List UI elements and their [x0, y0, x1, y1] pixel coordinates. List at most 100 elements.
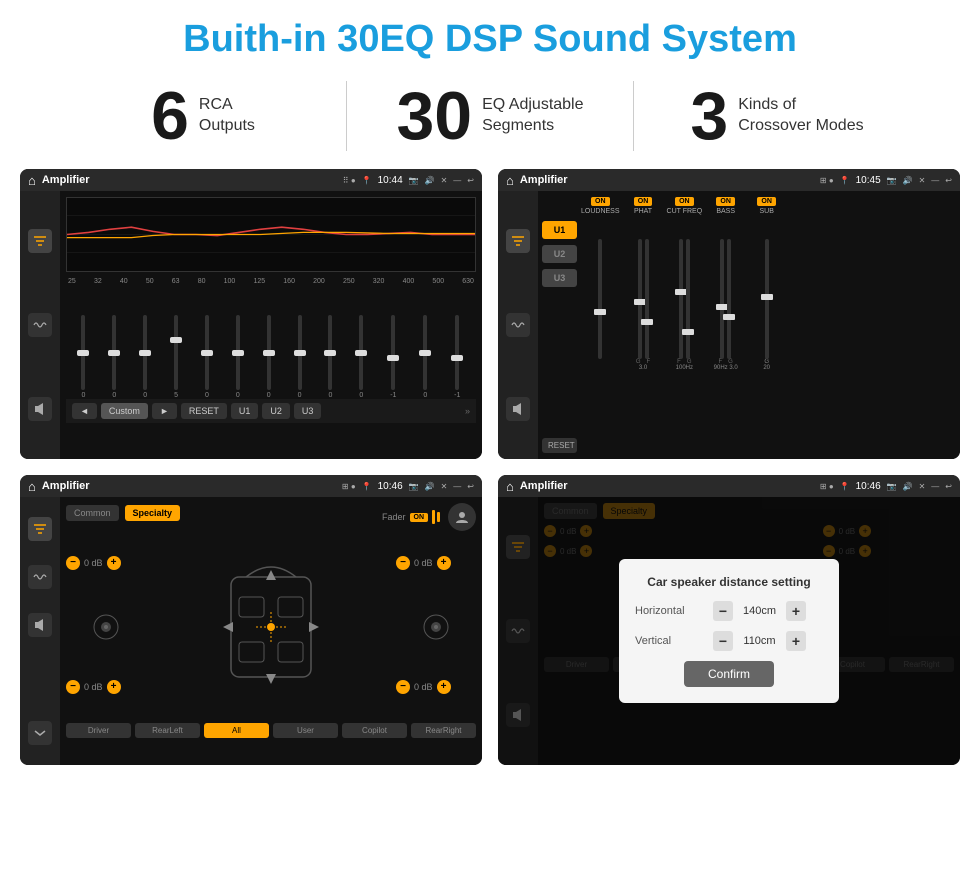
dialog-vertical-plus[interactable]: + — [786, 631, 806, 651]
slider-track-8[interactable] — [298, 315, 302, 390]
loudness-slider[interactable] — [598, 239, 602, 359]
all-btn[interactable]: All — [204, 723, 269, 738]
dialog-horizontal-plus[interactable]: + — [786, 601, 806, 621]
phat-on-btn[interactable]: ON — [634, 197, 653, 206]
slider-track-3[interactable] — [143, 315, 147, 390]
db-plus-tl[interactable]: + — [107, 556, 121, 570]
bass-slider-f[interactable] — [720, 239, 724, 359]
amp-u1-preset[interactable]: U1 — [542, 221, 577, 239]
slider-track-2[interactable] — [112, 315, 116, 390]
dialog-camera-icon: 📷 — [887, 482, 897, 491]
fader-expand-icon[interactable] — [28, 721, 52, 745]
amp-min-icon[interactable]: — — [931, 176, 939, 185]
slider-track-4[interactable] — [174, 315, 178, 390]
db-plus-br[interactable]: + — [437, 680, 451, 694]
eq-prev-button[interactable]: ◄ — [72, 403, 97, 419]
amp-filter-icon[interactable] — [506, 229, 530, 253]
stat-rca-label: RCAOutputs — [199, 95, 255, 137]
stat-rca: 6 RCAOutputs — [60, 82, 346, 150]
fader-wave-icon[interactable] — [28, 565, 52, 589]
dialog-min-icon[interactable]: — — [931, 482, 939, 491]
fader-home-icon[interactable]: ⌂ — [28, 479, 36, 494]
slider-col-2: 0 — [112, 315, 116, 399]
fader-close-icon[interactable]: ✕ — [441, 482, 448, 491]
dialog-horizontal-row: Horizontal − 140cm + — [635, 601, 823, 621]
db-row-bot-right: − 0 dB + — [396, 680, 476, 694]
slider-track-1[interactable] — [81, 315, 85, 390]
cutfreq-on-btn[interactable]: ON — [675, 197, 694, 206]
minimize-icon[interactable]: — — [453, 176, 461, 185]
slider-track-13[interactable] — [455, 315, 459, 390]
dialog-horizontal-minus[interactable]: − — [713, 601, 733, 621]
db-row-bot-left: − 0 dB + — [66, 680, 146, 694]
dialog-back-icon[interactable]: ↩ — [945, 482, 952, 491]
bass-on-btn[interactable]: ON — [716, 197, 735, 206]
amp-u2-preset[interactable]: U2 — [542, 245, 577, 263]
slider-track-12[interactable] — [423, 315, 427, 390]
amp-wave-icon[interactable] — [506, 313, 530, 337]
slider-track-11[interactable] — [391, 315, 395, 390]
fader-speaker-icon[interactable] — [28, 613, 52, 637]
slider-track-10[interactable] — [359, 315, 363, 390]
slider-track-6[interactable] — [236, 315, 240, 390]
amp-close-icon[interactable]: ✕ — [919, 176, 926, 185]
dialog-overlay: Car speaker distance setting Horizontal … — [498, 497, 960, 765]
amp-home-icon[interactable]: ⌂ — [506, 173, 514, 188]
phat-slider-g[interactable] — [638, 239, 642, 359]
fader-min-icon[interactable]: — — [453, 482, 461, 491]
amp-reset-button[interactable]: RESET — [542, 438, 577, 453]
home-icon[interactable]: ⌂ — [28, 173, 36, 188]
eq-speaker-icon[interactable] — [28, 397, 52, 421]
db-minus-tr[interactable]: − — [396, 556, 410, 570]
db-minus-br[interactable]: − — [396, 680, 410, 694]
fader-on-badge[interactable]: ON — [410, 513, 429, 522]
db-plus-bl[interactable]: + — [107, 680, 121, 694]
fader-back-icon[interactable]: ↩ — [467, 482, 474, 491]
eq-filter-icon[interactable] — [28, 229, 52, 253]
rearright-btn[interactable]: RearRight — [411, 723, 476, 738]
db-minus-tl[interactable]: − — [66, 556, 80, 570]
fader-common-tab[interactable]: Common — [66, 505, 119, 521]
amp-back-icon[interactable]: ↩ — [945, 176, 952, 185]
slider-col-1: 0 — [81, 315, 85, 399]
bass-slider-g[interactable] — [727, 239, 731, 359]
eq-wave-icon[interactable] — [28, 313, 52, 337]
db-plus-tr[interactable]: + — [437, 556, 451, 570]
eq-u1-button[interactable]: U1 — [231, 403, 259, 419]
fader-filter-icon[interactable] — [28, 517, 52, 541]
dialog-vertical-minus[interactable]: − — [713, 631, 733, 651]
amp-speaker-icon[interactable] — [506, 397, 530, 421]
slider-track-9[interactable] — [328, 315, 332, 390]
dialog-vertical-row: Vertical − 110cm + — [635, 631, 823, 651]
volume-icon: 🔊 — [425, 176, 435, 185]
confirm-button[interactable]: Confirm — [684, 661, 774, 687]
eq-custom-button[interactable]: Custom — [101, 403, 148, 419]
user-btn[interactable]: User — [273, 723, 338, 738]
slider-track-5[interactable] — [205, 315, 209, 390]
dialog-home-icon[interactable]: ⌂ — [506, 479, 514, 494]
back-icon[interactable]: ↩ — [467, 176, 474, 185]
eq-next-button[interactable]: ► — [152, 403, 177, 419]
cutfreq-slider-g[interactable] — [686, 239, 690, 359]
eq-freq-labels: 253240506380100125160200250320400500630 — [66, 278, 476, 285]
copilot-btn[interactable]: Copilot — [342, 723, 407, 738]
eq-u3-button[interactable]: U3 — [294, 403, 322, 419]
eq-reset-button[interactable]: RESET — [181, 403, 227, 419]
loudness-on-btn[interactable]: ON — [591, 197, 610, 206]
fader-specialty-tab[interactable]: Specialty — [125, 505, 181, 521]
cutfreq-slider-f[interactable] — [679, 239, 683, 359]
fader-status-bar: ⌂ Amplifier ⊞ ● 📍 10:46 📷 🔊 ✕ — ↩ — [20, 475, 482, 497]
fader-user-icon[interactable] — [448, 503, 476, 531]
close-icon[interactable]: ✕ — [441, 176, 448, 185]
sub-on-btn[interactable]: ON — [757, 197, 776, 206]
sub-slider[interactable] — [765, 239, 769, 359]
db-minus-bl[interactable]: − — [66, 680, 80, 694]
dialog-close-icon[interactable]: ✕ — [919, 482, 926, 491]
eq-u2-button[interactable]: U2 — [262, 403, 290, 419]
amp-u3-preset[interactable]: U3 — [542, 269, 577, 287]
slider-track-7[interactable] — [267, 315, 271, 390]
driver-btn[interactable]: Driver — [66, 723, 131, 738]
phat-slider-f[interactable] — [645, 239, 649, 359]
eq-chart — [66, 197, 476, 272]
rearleft-btn[interactable]: RearLeft — [135, 723, 200, 738]
